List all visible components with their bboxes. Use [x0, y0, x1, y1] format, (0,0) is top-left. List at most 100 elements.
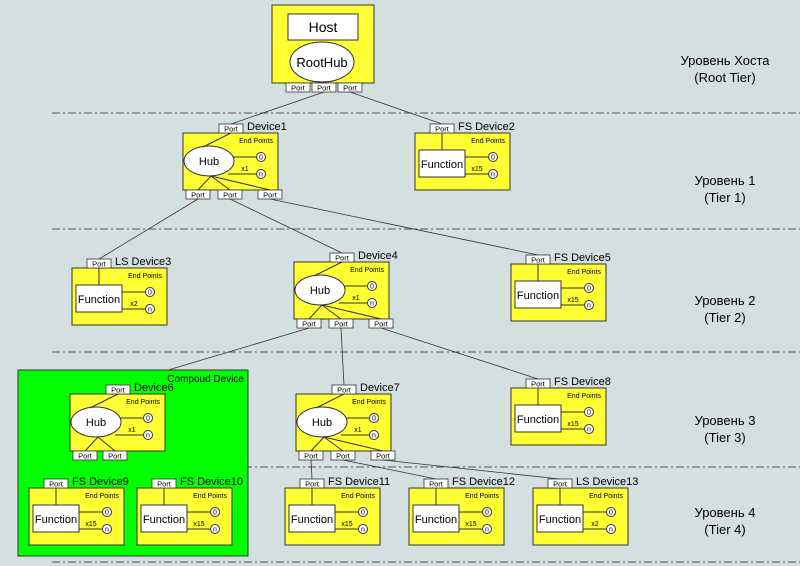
link-root-d1 — [230, 91, 325, 125]
endpoint-label: n — [491, 172, 495, 179]
endpoint-label: n — [148, 307, 152, 314]
endpoint-multiplier: x1 — [352, 295, 360, 302]
port-label: Port — [92, 260, 107, 269]
device-d4: Device4 End Points x1 0 n Hub Port Port Port Port — [293, 250, 398, 329]
end-points-label: End Points — [352, 399, 386, 406]
port-label: Port — [429, 480, 444, 489]
function-label: Function — [35, 514, 77, 526]
device-d9: FS Device9 End Points x15 0 n Function Port — [28, 476, 129, 546]
tier-1-label: Уровень 1 (Tier 1) — [650, 172, 800, 206]
device-title: FS Device10 — [180, 476, 243, 488]
device-title: LS Device3 — [115, 256, 171, 268]
device-d6: Device6 End Points x1 0 n Hub Port Port Port — [69, 382, 174, 461]
port-label: Port — [157, 480, 172, 489]
device-title: FS Device12 — [452, 476, 515, 488]
port: Port — [298, 450, 324, 461]
endpoint-label: n — [105, 527, 109, 534]
port-label: Port — [108, 452, 123, 461]
device-d12: FS Device12 End Points x15 0 n Function Port — [408, 476, 515, 546]
port: Port — [370, 450, 396, 461]
port-label: Port — [317, 84, 332, 93]
endpoint-label: 0 — [105, 510, 109, 517]
device-title: Device4 — [358, 250, 398, 262]
port-label: Port — [191, 191, 206, 200]
port-label: Port — [374, 320, 389, 329]
port: Port — [368, 318, 394, 329]
port: Port — [185, 189, 211, 200]
port-label: Port — [78, 452, 93, 461]
hub-label: Hub — [199, 156, 219, 168]
endpoint-multiplier: x1 — [128, 427, 136, 434]
device-d10: FS Device10 End Points x15 0 n Function Port — [136, 476, 243, 546]
endpoint-label: n — [372, 433, 376, 440]
endpoint-multiplier: x15 — [193, 521, 204, 528]
link-d4-d8 — [380, 327, 539, 380]
endpoint-label: 0 — [587, 410, 591, 417]
port-label: Port — [291, 84, 306, 93]
port-label: Port — [305, 480, 320, 489]
endpoint-label: 0 — [609, 510, 613, 517]
endpoint-label: n — [609, 527, 613, 534]
endpoint-label: n — [485, 527, 489, 534]
port: Port — [151, 478, 177, 489]
host-device: Host RootHub Port Port Port — [271, 4, 375, 93]
tier-4-label: Уровень 4 (Tier 4) — [650, 504, 800, 538]
link-d7-d11 — [310, 459, 313, 480]
devices: Compoud DeviceHostRootHubPort Port PortDev… — [17, 4, 638, 557]
end-points-label: End Points — [126, 399, 160, 406]
port-label: Port — [49, 480, 64, 489]
device-d3: LS Device3 End Points x2 0 n Function Port — [71, 256, 171, 326]
port-label: Port — [335, 254, 350, 263]
tier-name: Уровень 3 — [694, 413, 756, 428]
endpoint-multiplier: x2 — [591, 521, 599, 528]
endpoint-label: 0 — [372, 416, 376, 423]
port: Port — [423, 478, 449, 489]
function-label: Function — [415, 514, 457, 526]
end-points-label: End Points — [567, 393, 601, 400]
hub-label: Hub — [312, 417, 332, 429]
endpoint-label: 0 — [491, 155, 495, 162]
link-root-d2 — [349, 91, 443, 125]
port-label: Port — [435, 125, 450, 134]
endpoint-multiplier: x15 — [567, 421, 578, 428]
port-label: Port — [111, 386, 126, 395]
port-label: Port — [336, 452, 351, 461]
port: Port — [311, 82, 337, 93]
end-points-label: End Points — [471, 138, 505, 145]
tier-sub: (Tier 3) — [704, 430, 746, 445]
device-title: Device1 — [247, 121, 287, 133]
link-d1-d4 — [229, 198, 343, 254]
device-d13: LS Device13 End Points x2 0 n Function Port — [532, 476, 638, 546]
tier-root-label: Уровень Хоста (Root Tier) — [650, 52, 800, 86]
hub-label: Hub — [310, 285, 330, 297]
port-label: Port — [553, 480, 568, 489]
port-label: Port — [376, 452, 391, 461]
port-label: Port — [334, 320, 349, 329]
device-d5: FS Device5 End Points x15 0 n Function Port — [510, 252, 611, 322]
endpoint-multiplier: x15 — [85, 521, 96, 528]
function-label: Function — [78, 294, 120, 306]
tier-sub: (Tier 2) — [704, 310, 746, 325]
port: Port — [299, 478, 325, 489]
port: Port — [525, 378, 551, 389]
device-d11: FS Device11 End Points x15 0 n Function Port — [284, 476, 390, 546]
port: Port — [429, 123, 455, 134]
tier-3-label: Уровень 3 (Tier 3) — [650, 412, 800, 446]
endpoint-label: n — [146, 433, 150, 440]
port-label: Port — [224, 125, 239, 134]
endpoint-label: 0 — [259, 155, 263, 162]
port: Port — [337, 82, 363, 93]
end-points-label: End Points — [239, 138, 273, 145]
port: Port — [217, 189, 243, 200]
tier-name: Уровень 2 — [694, 293, 756, 308]
device-d8: FS Device8 End Points x15 0 n Function Port — [510, 376, 611, 446]
port-label: Port — [263, 191, 278, 200]
port: Port — [547, 478, 573, 489]
port: Port — [86, 258, 112, 269]
host-label: Host — [309, 19, 338, 35]
port: Port — [296, 318, 322, 329]
device-title: Device7 — [360, 382, 400, 394]
endpoint-multiplier: x1 — [354, 427, 362, 434]
endpoint-label: 0 — [146, 416, 150, 423]
end-points-label: End Points — [567, 269, 601, 276]
